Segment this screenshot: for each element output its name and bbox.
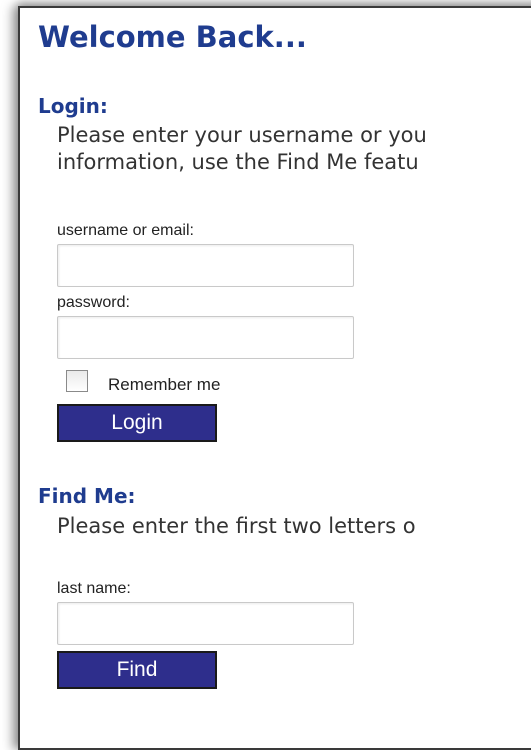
login-panel: Welcome Back... Login: Please enter your…	[18, 6, 531, 750]
username-label: username or email:	[57, 222, 194, 239]
find-button[interactable]: Find	[57, 651, 217, 689]
last-name-input[interactable]	[57, 602, 354, 645]
password-label: password:	[57, 294, 130, 311]
remember-me-label[interactable]: Remember me	[108, 375, 220, 395]
login-button[interactable]: Login	[57, 404, 217, 442]
login-section-title: Login:	[38, 94, 108, 118]
login-instructions-line1: Please enter your username or you	[57, 123, 427, 147]
last-name-label: last name:	[57, 580, 131, 597]
page-title: Welcome Back...	[38, 20, 307, 54]
find-me-section-title: Find Me:	[38, 484, 136, 508]
username-input[interactable]	[57, 244, 354, 287]
find-me-instructions: Please enter the first two letters o	[57, 514, 416, 538]
login-instructions-line2: information, use the Find Me featu	[57, 150, 419, 174]
remember-me-checkbox[interactable]	[66, 370, 88, 392]
password-input[interactable]	[57, 316, 354, 359]
page-frame: Welcome Back... Login: Please enter your…	[0, 0, 531, 750]
